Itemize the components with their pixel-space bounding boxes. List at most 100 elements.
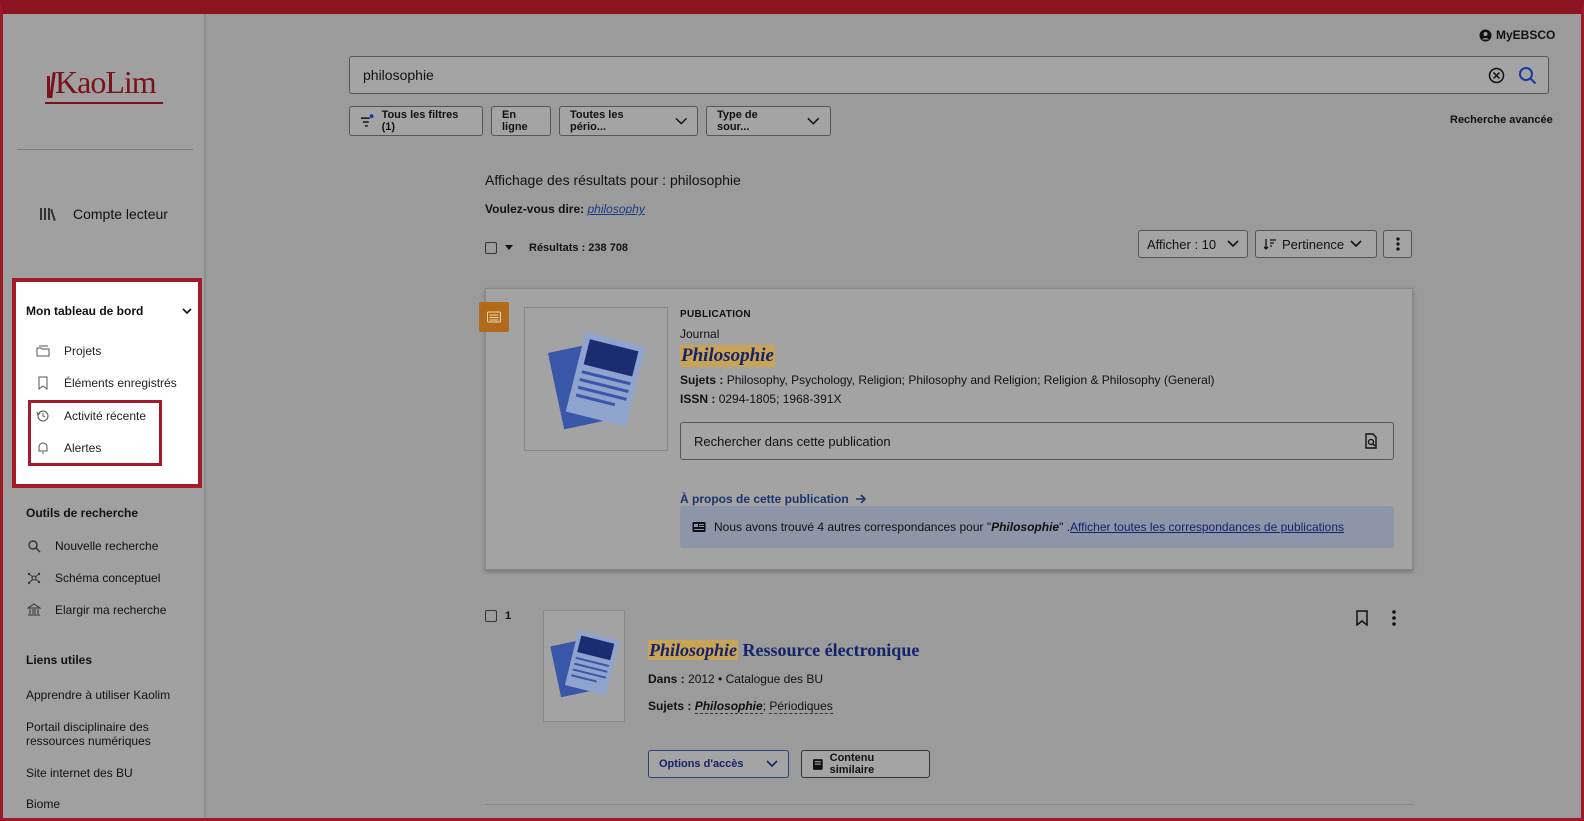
publication-flag-icon — [479, 302, 509, 332]
online-filter-button[interactable]: En ligne — [491, 106, 551, 136]
dashboard-item-label: Éléments enregistrés — [64, 376, 177, 390]
logo-underline — [45, 102, 163, 104]
publication-card: PUBLICATION Journal Philosophie Sujets :… — [485, 288, 1413, 570]
source-type-dropdown[interactable]: Type de sour... — [706, 106, 831, 136]
result-title-link[interactable]: Philosophie Ressource électronique — [648, 640, 919, 661]
journal-icon — [547, 331, 646, 430]
period-filter-dropdown[interactable]: Toutes les pério... — [559, 106, 698, 136]
select-all-row: Résultats : 238 708 — [485, 242, 628, 254]
chevron-down-icon — [766, 760, 778, 768]
document-search-icon[interactable] — [1363, 433, 1379, 449]
sidebar-divider — [17, 149, 193, 150]
app-window: KaoLim Compte lecteur Mon tableau de bor… — [0, 0, 1584, 821]
result-thumbnail[interactable] — [543, 610, 625, 722]
result-checkbox[interactable] — [485, 610, 497, 622]
publication-type: PUBLICATION — [680, 309, 751, 320]
result-subjects: Sujets : Philosophie; Périodiques — [648, 699, 833, 714]
highlight-box — [28, 400, 162, 466]
about-publication-link[interactable]: À propos de cette publication — [680, 492, 867, 506]
publication-thumbnail[interactable] — [524, 307, 668, 451]
tool-new-search[interactable]: Nouvelle recherche — [27, 539, 158, 553]
similar-content-button[interactable]: Contenu similaire — [801, 750, 930, 778]
issn-label: ISSN : — [680, 392, 716, 406]
source-type-label: Type de sour... — [717, 109, 758, 133]
subjects-value: Philosophy, Psychology, Religion; Philos… — [726, 373, 1215, 387]
search-in-publication-input[interactable]: Rechercher dans cette publication — [680, 422, 1394, 460]
publication-issn: ISSN : 0294-1805; 1968-391X — [680, 392, 841, 406]
chevron-down-icon — [1350, 240, 1362, 248]
access-options-label: Options d'accès — [659, 758, 744, 770]
caret-down-icon[interactable] — [505, 245, 513, 251]
search-query: philosophie — [363, 67, 434, 83]
all-matches-link[interactable]: Afficher toutes les correspondances de p… — [1070, 520, 1344, 534]
page-size-label: Afficher : 10 — [1147, 236, 1217, 252]
subject-link[interactable]: Périodiques — [769, 699, 833, 714]
bookmark-icon[interactable] — [1355, 610, 1369, 626]
sort-label: Pertinence — [1282, 236, 1345, 252]
result-subjects-label: Sujets : — [648, 699, 692, 713]
access-options-dropdown[interactable]: Options d'accès — [648, 750, 789, 778]
links-title: Liens utiles — [26, 653, 93, 667]
folder-icon — [36, 345, 50, 357]
bookshelf-icon — [40, 208, 56, 221]
chevron-down-icon — [1227, 240, 1239, 248]
kebab-menu-icon[interactable] — [1391, 610, 1397, 626]
filter-bar: Tous les filtres (1) En ligne Toutes les… — [349, 106, 831, 136]
page-size-dropdown[interactable]: Afficher : 10 — [1138, 230, 1248, 258]
arrow-right-icon — [855, 494, 866, 504]
did-you-mean-link[interactable]: philosophy — [587, 202, 644, 216]
library-icon — [27, 603, 41, 616]
dans-label: Dans : — [648, 672, 685, 686]
journal-icon — [550, 630, 620, 698]
advanced-search-link[interactable]: Recherche avancée — [1450, 114, 1553, 126]
online-filter-label: En ligne — [502, 109, 528, 133]
more-options-button[interactable] — [1383, 230, 1412, 258]
sidebar: KaoLim Compte lecteur Mon tableau de bor… — [3, 14, 206, 818]
select-all-checkbox[interactable] — [485, 242, 497, 254]
link-portal[interactable]: Portail disciplinaire des ressources num… — [26, 720, 166, 748]
tool-concept-map[interactable]: Schéma conceptuel — [27, 571, 160, 585]
account-label: Compte lecteur — [73, 206, 168, 222]
dashboard-item-projets[interactable]: Projets — [36, 344, 101, 358]
period-filter-label: Toutes les pério... — [570, 109, 624, 133]
kebab-menu-icon — [1395, 237, 1400, 251]
myebsco-link[interactable]: MyEBSCO — [1479, 28, 1555, 42]
tool-broaden-search[interactable]: Elargir ma recherche — [27, 603, 166, 617]
link-bu-site[interactable]: Site internet des BU — [26, 766, 196, 780]
dashboard-item-saved[interactable]: Éléments enregistrés — [36, 376, 177, 390]
publication-subtype: Journal — [680, 327, 720, 341]
result-title-highlight: Philosophie — [648, 640, 739, 660]
sort-icon — [1264, 239, 1276, 250]
publication-title[interactable]: Philosophie — [680, 345, 775, 367]
account-link[interactable]: Compte lecteur — [39, 206, 168, 222]
filter-icon — [360, 114, 374, 127]
link-biome[interactable]: Biome — [26, 797, 196, 811]
clear-icon[interactable] — [1488, 67, 1505, 84]
dashboard-title[interactable]: Mon tableau de bord — [26, 304, 143, 318]
all-filters-label: Tous les filtres (1) — [381, 109, 459, 133]
sort-dropdown[interactable]: Pertinence — [1255, 230, 1377, 258]
notice-middle: " . — [1059, 520, 1071, 534]
user-circle-icon — [1479, 29, 1492, 41]
chevron-down-icon[interactable] — [182, 306, 192, 316]
issn-value: 0294-1805; 1968-391X — [718, 392, 842, 406]
kaolim-logo[interactable]: KaoLim — [45, 64, 175, 104]
all-filters-button[interactable]: Tous les filtres (1) — [349, 106, 483, 136]
result-index: 1 — [505, 610, 512, 622]
search-input[interactable]: philosophie — [349, 56, 1549, 94]
result-title-rest: Ressource électronique — [738, 640, 920, 660]
notice-text: Nous avons trouvé 4 autres correspondanc… — [714, 520, 1344, 534]
search-icon[interactable] — [1518, 66, 1537, 85]
tool-label: Elargir ma recherche — [55, 603, 167, 617]
link-learn-kaolim[interactable]: Apprendre à utiliser Kaolim — [26, 688, 196, 702]
did-you-mean-label: Voulez-vous dire: — [485, 202, 585, 216]
subject-link[interactable]: Philosophie — [694, 699, 763, 714]
did-you-mean: Voulez-vous dire: philosophy — [485, 202, 645, 216]
newspaper-icon — [692, 522, 706, 532]
myebsco-label: MyEBSCO — [1496, 28, 1556, 42]
bookmark-icon — [38, 376, 48, 390]
dashboard-item-label: Projets — [64, 344, 102, 358]
logo-text: KaoLim — [55, 64, 157, 100]
tool-label: Schéma conceptuel — [55, 571, 161, 585]
dans-value: 2012 • Catalogue des BU — [688, 672, 823, 686]
